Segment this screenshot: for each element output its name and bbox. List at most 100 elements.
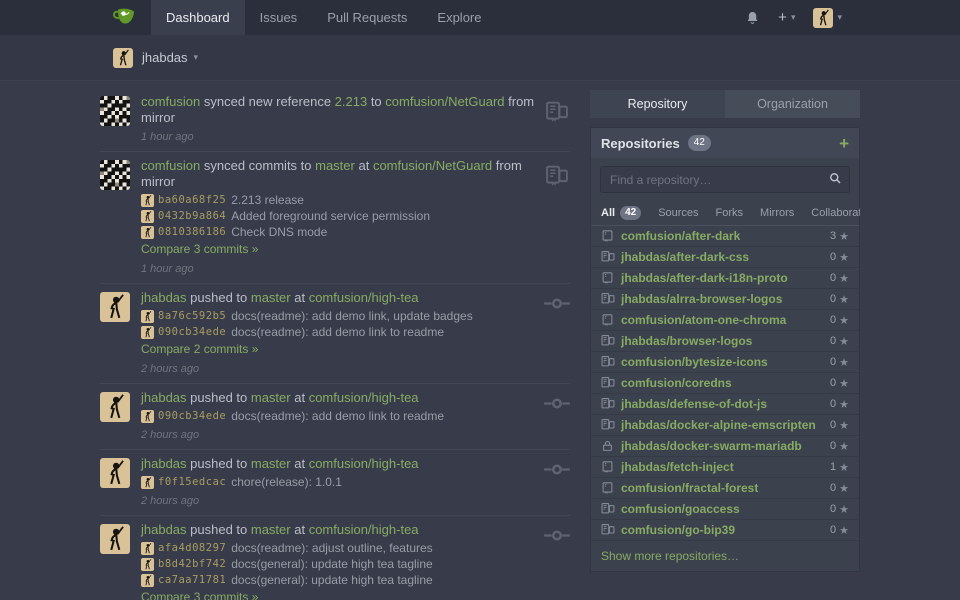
feed-link[interactable]: comfusion [141, 94, 200, 109]
repo-list-item[interactable]: comfusion/bytesize-icons0★ [591, 352, 859, 373]
feed-link[interactable]: jhabdas [141, 522, 187, 537]
nav-item-pull-requests[interactable]: Pull Requests [312, 0, 422, 35]
repo-clone-icon [601, 355, 615, 369]
feed-link[interactable]: master [251, 456, 291, 471]
repository-filters: All 42 Sources Forks Mirrors Collaborati… [591, 200, 859, 226]
commit-sha-link[interactable]: ca7aa71781 [158, 574, 226, 586]
repo-list-item[interactable]: jhabdas/docker-swarm-mariadb0★ [591, 436, 859, 457]
repo-name-link[interactable]: jhabdas/docker-swarm-mariadb [621, 439, 830, 453]
compare-commits-link[interactable]: Compare 3 commits » [141, 590, 258, 600]
repo-name-link[interactable]: jhabdas/defense-of-dot-js [621, 397, 830, 411]
feed-link[interactable]: comfusion/NetGuard [385, 94, 504, 109]
repo-list-item[interactable]: comfusion/coredns0★ [591, 373, 859, 394]
repository-search-input[interactable] [600, 166, 850, 193]
feed-link[interactable]: 2.213 [335, 94, 368, 109]
repo-name-link[interactable]: jhabdas/fetch-inject [621, 460, 830, 474]
compare-commits-link[interactable]: Compare 3 commits » [141, 242, 258, 257]
repo-name-link[interactable]: jhabdas/browser-logos [621, 334, 830, 348]
repo-name-link[interactable]: jhabdas/after-dark-i18n-proto [621, 271, 830, 285]
feed-link[interactable]: master [251, 390, 291, 405]
repo-name-link[interactable]: comfusion/bytesize-icons [621, 355, 830, 369]
repo-list-item[interactable]: comfusion/atom-one-chroma0★ [591, 310, 859, 331]
repo-clone-icon [601, 502, 615, 516]
repo-name-link[interactable]: comfusion/coredns [621, 376, 830, 390]
repo-list-item[interactable]: comfusion/goaccess0★ [591, 499, 859, 520]
feed-link[interactable]: jhabdas [141, 290, 187, 305]
feed-link[interactable]: jhabdas [141, 456, 187, 471]
feed-link[interactable]: comfusion/high-tea [309, 290, 419, 305]
repo-star-count: 0★ [830, 482, 849, 495]
feed-link[interactable]: jhabdas [141, 390, 187, 405]
star-count-value: 0 [830, 356, 836, 368]
filter-sources[interactable]: Sources [658, 207, 698, 219]
feed-link[interactable]: master [315, 158, 355, 173]
filter-forks[interactable]: Forks [716, 207, 744, 219]
repo-list-item[interactable]: jhabdas/defense-of-dot-js0★ [591, 394, 859, 415]
repo-list-item[interactable]: comfusion/go-bip390★ [591, 520, 859, 541]
commit-sha-link[interactable]: ba60a68f25 [158, 194, 226, 206]
star-count-value: 3 [830, 230, 836, 242]
commit-sha-link[interactable]: afa4d08297 [158, 542, 226, 554]
repo-name-link[interactable]: comfusion/atom-one-chroma [621, 313, 830, 327]
feed-link[interactable]: comfusion/high-tea [309, 522, 419, 537]
commit-sha-link[interactable]: 090cb34ede [158, 410, 226, 422]
commit-list: afa4d08297docs(readme): adjust outline, … [141, 540, 536, 588]
new-repository-button[interactable]: + [839, 135, 849, 152]
feed-link[interactable]: master [251, 522, 291, 537]
feed-item-title: comfusion synced commits to master at co… [141, 158, 536, 190]
compare-commits-link[interactable]: Compare 2 commits » [141, 342, 258, 357]
repo-list-item[interactable]: jhabdas/after-dark-i18n-proto0★ [591, 268, 859, 289]
show-more-repositories-link[interactable]: Show more repositories… [591, 541, 859, 571]
repo-clone-icon [601, 292, 615, 306]
filter-collaborative[interactable]: Collaborative [811, 207, 860, 219]
repo-name-link[interactable]: jhabdas/after-dark-css [621, 250, 830, 264]
repo-name-link[interactable]: comfusion/fractal-forest [621, 481, 830, 495]
filter-all-label: All [601, 207, 615, 219]
commit-sha-link[interactable]: b8d42bf742 [158, 558, 226, 570]
notifications-bell-icon[interactable] [745, 10, 760, 26]
repo-list-item[interactable]: jhabdas/after-dark-css0★ [591, 247, 859, 268]
feed-link[interactable]: comfusion/NetGuard [373, 158, 492, 173]
repo-name-link[interactable]: comfusion/after-dark [621, 229, 830, 243]
repo-name-link[interactable]: jhabdas/alrra-browser-logos [621, 292, 830, 306]
org-identicon-avatar[interactable] [100, 96, 130, 126]
repo-list-item[interactable]: jhabdas/browser-logos0★ [591, 331, 859, 352]
repo-name-link[interactable]: comfusion/goaccess [621, 502, 830, 516]
repo-list-item[interactable]: comfusion/after-dark3★ [591, 226, 859, 247]
user-avatar[interactable] [100, 292, 130, 322]
repo-name-link[interactable]: comfusion/go-bip39 [621, 523, 830, 537]
org-identicon-avatar[interactable] [100, 160, 130, 190]
context-username[interactable]: jhabdas [142, 50, 188, 65]
user-avatar[interactable] [100, 392, 130, 422]
feed-link[interactable]: comfusion [141, 158, 200, 173]
user-menu-button[interactable]: ▾ [813, 8, 842, 28]
repo-list-item[interactable]: jhabdas/fetch-inject1★ [591, 457, 859, 478]
commit-sha-link[interactable]: 0432b9a864 [158, 210, 226, 222]
feed-link[interactable]: comfusion/high-tea [309, 390, 419, 405]
gitea-logo-icon[interactable] [110, 5, 137, 31]
repo-star-count: 0★ [830, 377, 849, 390]
commit-sha-link[interactable]: 090cb34ede [158, 326, 226, 338]
repo-list-item[interactable]: jhabdas/docker-alpine-emscripten0★ [591, 415, 859, 436]
filter-mirrors[interactable]: Mirrors [760, 207, 794, 219]
user-avatar[interactable] [100, 458, 130, 488]
nav-item-explore[interactable]: Explore [422, 0, 496, 35]
nav-item-dashboard[interactable]: Dashboard [151, 0, 245, 35]
repo-star-count: 0★ [830, 398, 849, 411]
nav-item-issues[interactable]: Issues [245, 0, 313, 35]
repo-name-link[interactable]: jhabdas/docker-alpine-emscripten [621, 418, 830, 432]
repo-list-item[interactable]: comfusion/fractal-forest0★ [591, 478, 859, 499]
create-new-button[interactable]: + ▾ [778, 10, 795, 25]
filter-all[interactable]: All 42 [601, 206, 641, 220]
repo-list-item[interactable]: jhabdas/alrra-browser-logos0★ [591, 289, 859, 310]
feed-link[interactable]: comfusion/high-tea [309, 456, 419, 471]
commit-sha-link[interactable]: 0810386186 [158, 226, 226, 238]
feed-item-body: jhabdas pushed to master at comfusion/hi… [130, 522, 536, 600]
feed-item-timestamp: 2 hours ago [141, 495, 536, 507]
commit-sha-link[interactable]: 8a76c592b5 [158, 310, 226, 322]
feed-link[interactable]: master [251, 290, 291, 305]
commit-sha-link[interactable]: f0f15edcac [158, 476, 226, 488]
tab-organization[interactable]: Organization [725, 90, 860, 118]
user-avatar[interactable] [100, 524, 130, 554]
tab-repository[interactable]: Repository [590, 90, 725, 118]
